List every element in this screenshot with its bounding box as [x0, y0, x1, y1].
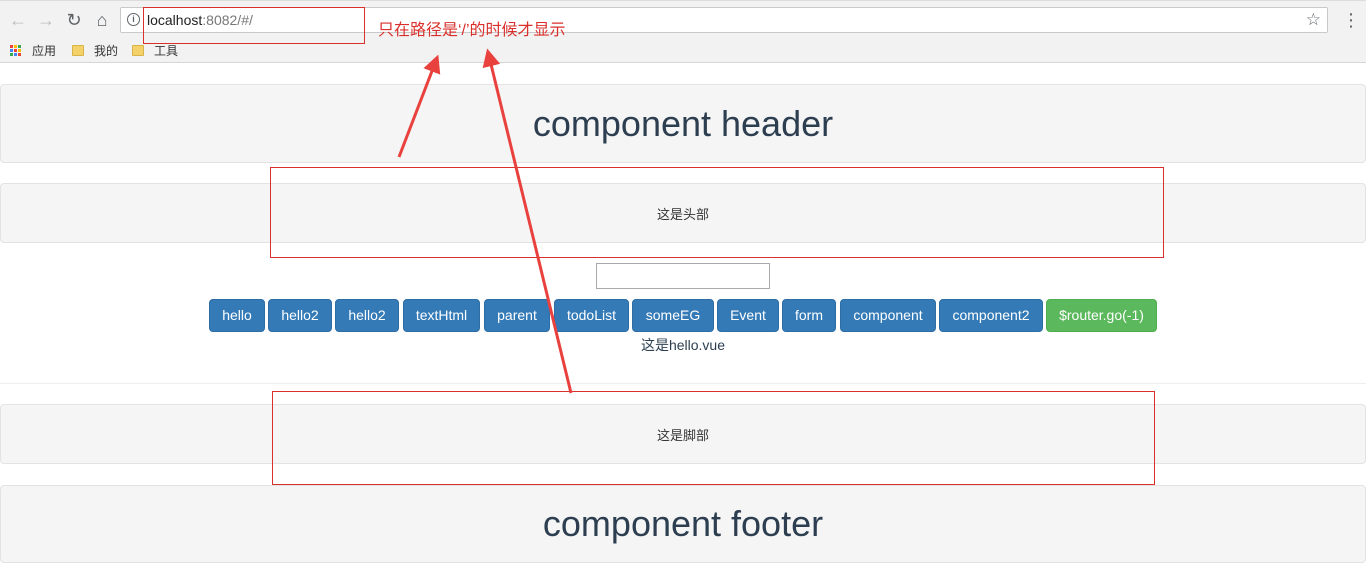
apps-icon: [10, 44, 22, 57]
nav-button-6[interactable]: someEG: [632, 299, 714, 332]
component-header-title: component header: [532, 102, 834, 144]
forward-arrow-icon[interactable]: →: [36, 10, 56, 30]
annotation-text: 只在路径是‘/’的时候才显示: [378, 22, 566, 39]
bookmark-mine[interactable]: 我的: [72, 42, 118, 59]
reload-icon[interactable]: ↻: [64, 10, 84, 30]
bookmark-label: 工具: [154, 44, 179, 58]
component-footer-title: component footer: [542, 503, 824, 544]
annotation-box-header: [270, 167, 1164, 258]
folder-icon: [72, 45, 84, 56]
info-icon[interactable]: i: [127, 13, 140, 26]
annotation-box-footer: [272, 391, 1155, 485]
bookmark-apps[interactable]: 应用: [10, 42, 56, 59]
bookmark-label: 应用: [32, 44, 57, 58]
annotation-box-url: [143, 7, 365, 44]
hello-text: 这是hello.vue: [640, 337, 726, 353]
nav-button-8[interactable]: form: [782, 299, 836, 332]
bookmark-star-icon[interactable]: ☆: [1306, 10, 1321, 30]
nav-button-7[interactable]: Event: [717, 299, 779, 332]
nav-button-3[interactable]: textHtml: [403, 299, 480, 332]
nav-button-9[interactable]: component: [840, 299, 936, 332]
bookmark-tools[interactable]: 工具: [132, 42, 178, 59]
text-input[interactable]: [596, 263, 770, 289]
nav-button-5[interactable]: todoList: [554, 299, 629, 332]
home-icon[interactable]: ⌂: [92, 10, 112, 30]
component-header-panel: component header: [0, 84, 1366, 163]
nav-button-2[interactable]: hello2: [335, 299, 399, 332]
folder-icon: [132, 45, 144, 56]
nav-button-10[interactable]: component2: [939, 299, 1043, 332]
back-arrow-icon[interactable]: ←: [8, 10, 28, 30]
bookmark-label: 我的: [94, 44, 119, 58]
nav-button-1[interactable]: hello2: [268, 299, 332, 332]
nav-button-11[interactable]: $router.go(-1): [1046, 299, 1157, 332]
divider: [0, 383, 1366, 384]
component-footer-panel: component footer: [0, 485, 1366, 563]
browser-menu-icon[interactable]: ⋮: [1342, 10, 1360, 30]
nav-button-0[interactable]: hello: [209, 299, 265, 332]
nav-button-4[interactable]: parent: [484, 299, 550, 332]
